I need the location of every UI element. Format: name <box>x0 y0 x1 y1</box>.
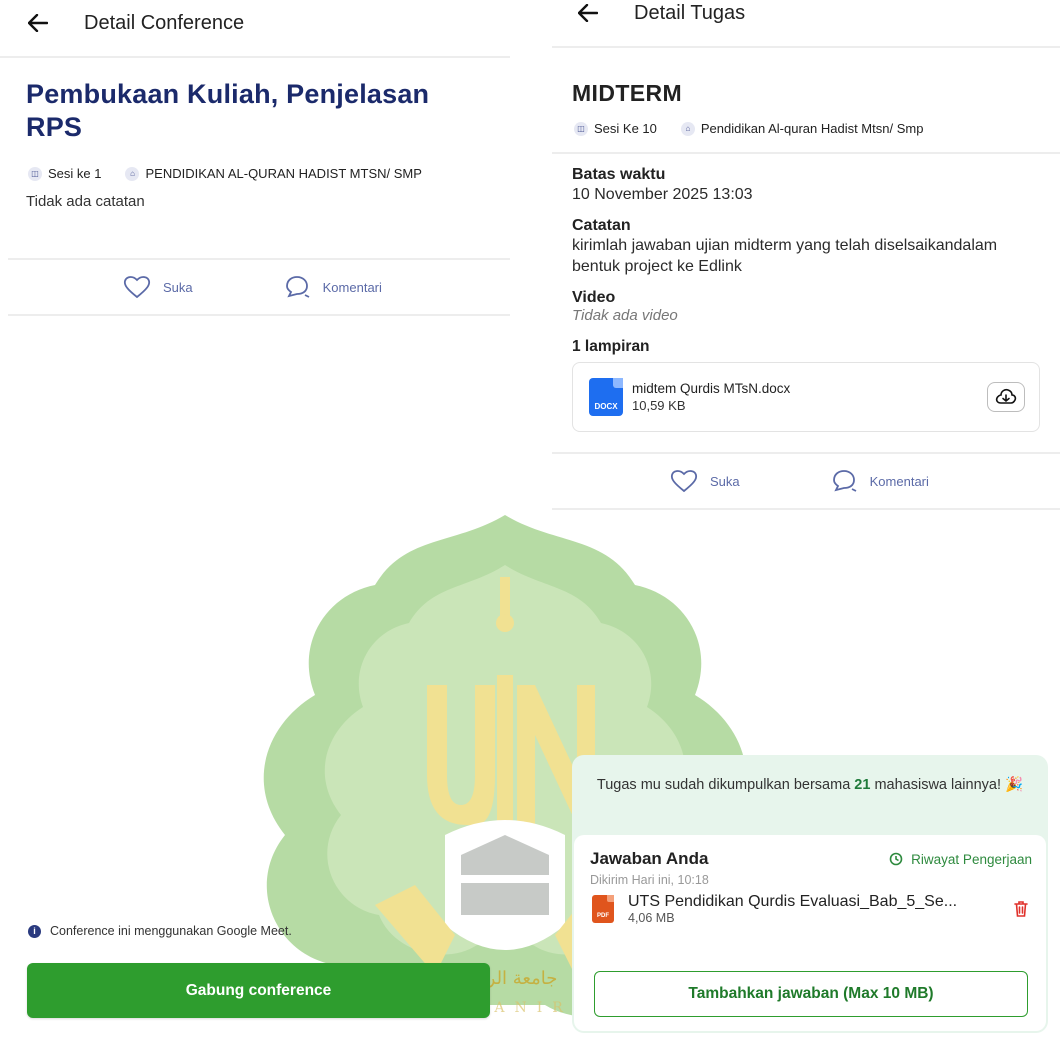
like-button[interactable]: Suka <box>123 275 193 299</box>
appbar: Detail Tugas <box>552 0 1060 26</box>
join-conference-button[interactable]: Gabung conference <box>27 963 490 1018</box>
reaction-bar: Suka Komentari <box>8 258 510 316</box>
course-icon: ⌂ <box>680 121 695 136</box>
download-button[interactable] <box>987 382 1025 412</box>
answer-file-name: UTS Pendidikan Qurdis Evaluasi_Bab_5_Se.… <box>628 893 958 910</box>
submission-message-end: mahasiswa lainnya! 🎉 <box>874 777 1024 793</box>
task-title: MIDTERM <box>572 80 683 106</box>
appbar-title: Detail Conference <box>84 11 245 34</box>
conference-meta: ◫ Sesi ke 1 ⌂ PENDIDIKAN AL-QURAN HADIST… <box>0 144 510 181</box>
session-label: Sesi Ke 10 <box>594 121 657 136</box>
answer-header: Jawaban Anda Riwayat Pengerjaan <box>574 835 1046 869</box>
history-link[interactable]: Riwayat Pengerjaan <box>889 852 1032 867</box>
answer-file-size: 4,06 MB <box>628 911 675 925</box>
deadline-value: 10 November 2025 13:03 <box>572 186 753 203</box>
attachment-card[interactable]: DOCX midtem Qurdis MTsN.docx 10,59 KB <box>572 362 1040 432</box>
heart-icon <box>123 276 151 299</box>
submission-message: Tugas mu sudah dikumpulkan bersama 21 ma… <box>572 755 1048 796</box>
session-label: Sesi ke 1 <box>48 166 102 181</box>
task-meta: ◫ Sesi Ke 10 ⌂ Pendidikan Al-quran Hadis… <box>552 107 1060 136</box>
conference-title: Pembukaan Kuliah, Penjelasan RPS <box>26 79 430 142</box>
course-icon: ⌂ <box>125 166 140 181</box>
answer-title: Jawaban Anda <box>590 849 709 868</box>
reaction-bar: Suka Komentari <box>552 452 1060 510</box>
like-label: Suka <box>163 279 193 295</box>
deadline-label: Batas waktu <box>572 166 666 183</box>
history-label: Riwayat Pengerjaan <box>911 851 1032 867</box>
course-label: Pendidikan Al-quran Hadist Mtsn/ Smp <box>700 121 924 136</box>
note-label: Catatan <box>572 217 631 234</box>
back-arrow-icon[interactable] <box>576 1 600 25</box>
info-icon: i <box>28 924 41 938</box>
comment-label: Komentari <box>869 473 929 489</box>
video-value: Tidak ada video <box>572 307 678 324</box>
submission-count: 21 <box>854 777 871 793</box>
add-answer-button[interactable]: Tambahkan jawaban (Max 10 MB) <box>594 971 1028 1017</box>
like-label: Suka <box>710 473 740 489</box>
delete-answer-button[interactable] <box>1010 898 1032 920</box>
pdf-file-icon: PDF <box>592 895 614 923</box>
appbar: Detail Conference <box>0 0 510 46</box>
session-icon: ◫ <box>28 166 42 181</box>
answer-file-row[interactable]: PDF UTS Pendidikan Qurdis Evaluasi_Bab_5… <box>574 887 1046 925</box>
submission-message-start: Tugas mu sudah dikumpulkan bersama <box>596 777 851 793</box>
docx-file-icon: DOCX <box>589 378 623 416</box>
conference-note: Tidak ada catatan <box>26 193 145 210</box>
attachment-name: midtem Qurdis MTsN.docx <box>632 381 791 396</box>
comment-icon <box>832 470 857 492</box>
answer-file-info: UTS Pendidikan Qurdis Evaluasi_Bab_5_Se.… <box>628 893 1010 925</box>
appbar-title: Detail Tugas <box>634 1 746 24</box>
note-value: kirimlah jawaban ujian midterm yang tela… <box>572 237 998 275</box>
trash-icon <box>1014 901 1028 917</box>
history-icon <box>889 852 903 866</box>
session-icon: ◫ <box>574 121 588 136</box>
conference-info-text: Conference ini menggunakan Google Meet. <box>50 924 292 938</box>
cloud-download-icon <box>995 388 1017 404</box>
comment-label: Komentari <box>322 279 382 295</box>
comment-button[interactable]: Komentari <box>283 275 382 299</box>
back-arrow-icon[interactable] <box>26 11 50 35</box>
attachments-label: 1 lampiran <box>572 338 650 355</box>
comment-button[interactable]: Komentari <box>830 469 929 493</box>
like-button[interactable]: Suka <box>670 469 740 493</box>
submission-panel: Tugas mu sudah dikumpulkan bersama 21 ma… <box>572 755 1048 1033</box>
note-section: Catatan kirimlah jawaban ujian midterm y… <box>552 205 1060 277</box>
answer-card: Jawaban Anda Riwayat Pengerjaan Dikirim … <box>574 835 1046 1031</box>
attachment-size: 10,59 KB <box>632 398 686 413</box>
conference-detail-screen: Detail Conference Pembukaan Kuliah, Penj… <box>0 0 510 1037</box>
conference-info-note: i Conference ini menggunakan Google Meet… <box>28 924 292 938</box>
deadline-section: Batas waktu 10 November 2025 13:03 <box>552 154 1060 205</box>
video-label: Video <box>572 289 616 306</box>
course-label: PENDIDIKAN AL-QURAN HADIST MTSN/ SMP <box>145 166 422 181</box>
video-section: Video Tidak ada video <box>552 277 1060 324</box>
sent-time: Dikirim Hari ini, 10:18 <box>590 873 709 887</box>
attachment-info: midtem Qurdis MTsN.docx 10,59 KB <box>632 381 987 413</box>
comment-icon <box>285 276 310 298</box>
heart-icon <box>670 470 698 493</box>
